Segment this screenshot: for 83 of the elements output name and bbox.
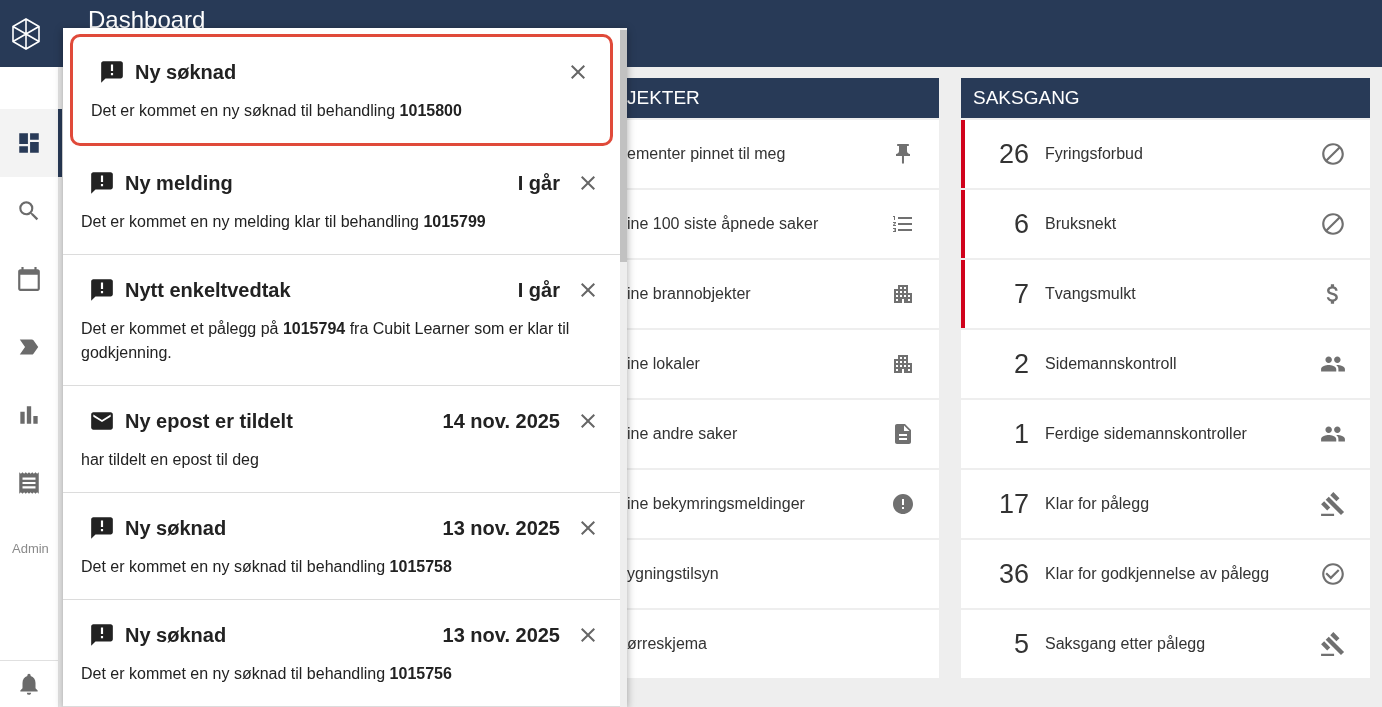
case-row[interactable]: 6 Bruksnekt [961, 190, 1370, 258]
list-row[interactable]: ine andre saker [627, 400, 939, 468]
message-alert-icon [89, 515, 115, 541]
notification-time: 13 nov. 2025 [442, 516, 560, 541]
gavel-icon [1320, 491, 1346, 517]
admin-label[interactable]: Admin [0, 539, 58, 559]
case-label: Fyringsforbud [1045, 144, 1144, 164]
notification-item[interactable]: Ny søknad Det er kommet en ny søknad til behandling 1015800 [70, 34, 613, 146]
case-count: 6 [1012, 207, 1029, 241]
notification-title: Ny melding [125, 171, 234, 196]
row-label: ine lokaler [627, 354, 700, 374]
row-label: ørreskjema [627, 634, 707, 654]
building-icon [891, 282, 915, 306]
case-count: 1 [1012, 417, 1029, 451]
case-label: Tvangsmulkt [1045, 284, 1137, 304]
case-count: 36 [997, 557, 1029, 591]
case-label: Sidemannskontroll [1045, 354, 1178, 374]
gavel-icon [1320, 631, 1346, 657]
case-label: Bruksnekt [1045, 214, 1118, 234]
list-row[interactable]: ementer pinnet til meg [627, 120, 939, 188]
page-title: Dashboard [88, 8, 206, 32]
case-row[interactable]: 2 Sidemannskontroll [961, 330, 1370, 398]
row-label: ine bekymringsmeldinger [627, 494, 805, 514]
notification-title: Ny søknad [125, 623, 228, 648]
row-label: ine 100 siste åpnede saker [627, 214, 819, 234]
notification-text: Det er kommet en ny søknad til behandling 1015800 [91, 101, 463, 121]
panel-title: JEKTER [627, 85, 700, 110]
list-row[interactable]: ine lokaler [627, 330, 939, 398]
notification-text: Det er kommet en ny søknad til behandling 1015756 [81, 664, 453, 684]
logo-icon [12, 17, 40, 50]
building-icon [891, 352, 915, 376]
row-label: ementer pinnet til meg [627, 144, 786, 164]
case-label: Klar for pålegg [1045, 494, 1151, 514]
block-icon [1320, 211, 1346, 237]
notification-text: har tildelt en epost til deg [81, 450, 260, 470]
notification-time: 14 nov. 2025 [442, 409, 560, 434]
case-row[interactable]: 26 Fyringsforbud [961, 120, 1370, 188]
list-row[interactable]: ørreskjema [627, 610, 939, 678]
notification-item[interactable]: Ny melding I går Det er kommet en ny melding klar til behandling 1015799 [63, 148, 620, 255]
scrollbar[interactable] [620, 28, 627, 707]
case-count: 7 [1012, 277, 1029, 311]
case-row[interactable]: 36 Klar for godkjennelse av pålegg [961, 540, 1370, 608]
case-label: Saksgang etter pålegg [1045, 634, 1207, 654]
notification-title: Ny epost er tildelt [125, 409, 294, 434]
case-count: 26 [997, 137, 1029, 171]
notification-time: I går [517, 171, 560, 196]
notification-text: Det er kommet en ny søknad til behandling 1015758 [81, 557, 453, 577]
case-count: 5 [1012, 627, 1029, 661]
message-alert-icon [89, 622, 115, 648]
case-row[interactable]: 5 Saksgang etter pålegg [961, 610, 1370, 678]
list-row[interactable]: ine brannobjekter [627, 260, 939, 328]
panel-title: SAKSGANG [973, 85, 1080, 110]
case-label: Klar for godkjennelse av pålegg [1045, 564, 1271, 584]
block-icon [1320, 141, 1346, 167]
list-row[interactable]: ygningstilsyn [627, 540, 939, 608]
row-label: ygningstilsyn [627, 564, 719, 584]
calendar-icon [16, 266, 42, 292]
case-count: 2 [1012, 347, 1029, 381]
message-alert-icon [89, 170, 115, 196]
dashboard-icon [16, 130, 42, 156]
notification-title: Ny søknad [125, 516, 228, 541]
case-row[interactable]: 1 Ferdige sidemannskontroller [961, 400, 1370, 468]
list-row[interactable]: ine bekymringsmeldinger [627, 470, 939, 538]
row-label: ine andre saker [627, 424, 738, 444]
sidebar-item[interactable] [0, 109, 58, 177]
message-alert-icon [89, 277, 115, 303]
notification-item[interactable]: Ny epost er tildelt 14 nov. 2025 har tildelt en epost til deg [63, 386, 620, 493]
row-label: ine brannobjekter [627, 284, 751, 304]
notification-title: Ny søknad [135, 60, 238, 85]
receipt-icon [16, 470, 42, 496]
notification-title: Nytt enkeltvedtak [125, 278, 292, 303]
notification-item[interactable]: Ny søknad 13 nov. 2025 Det er kommet en ny søknad til behandling 1015756 [63, 600, 620, 707]
notification-item[interactable]: Ny søknad 13 nov. 2025 Det er kommet en ny søknad til behandling 1015758 [63, 493, 620, 600]
notification-text: Det er kommet et pålegg på 1015794 fra Cubit Learner som er klar til godkjenning. [81, 319, 571, 363]
case-count: 17 [997, 487, 1029, 521]
case-label: Ferdige sidemannskontroller [1045, 424, 1248, 444]
message-alert-icon [99, 59, 125, 85]
case-row[interactable]: 7 Tvangsmulkt [961, 260, 1370, 328]
case-row[interactable]: 17 Klar for pålegg [961, 470, 1370, 538]
notification-time: I går [517, 278, 560, 303]
notification-text: Det er kommet en ny melding klar til behandling 1015799 [81, 212, 487, 232]
notification-time: 13 nov. 2025 [442, 623, 560, 648]
list-row[interactable]: ine 100 siste åpnede saker [627, 190, 939, 258]
